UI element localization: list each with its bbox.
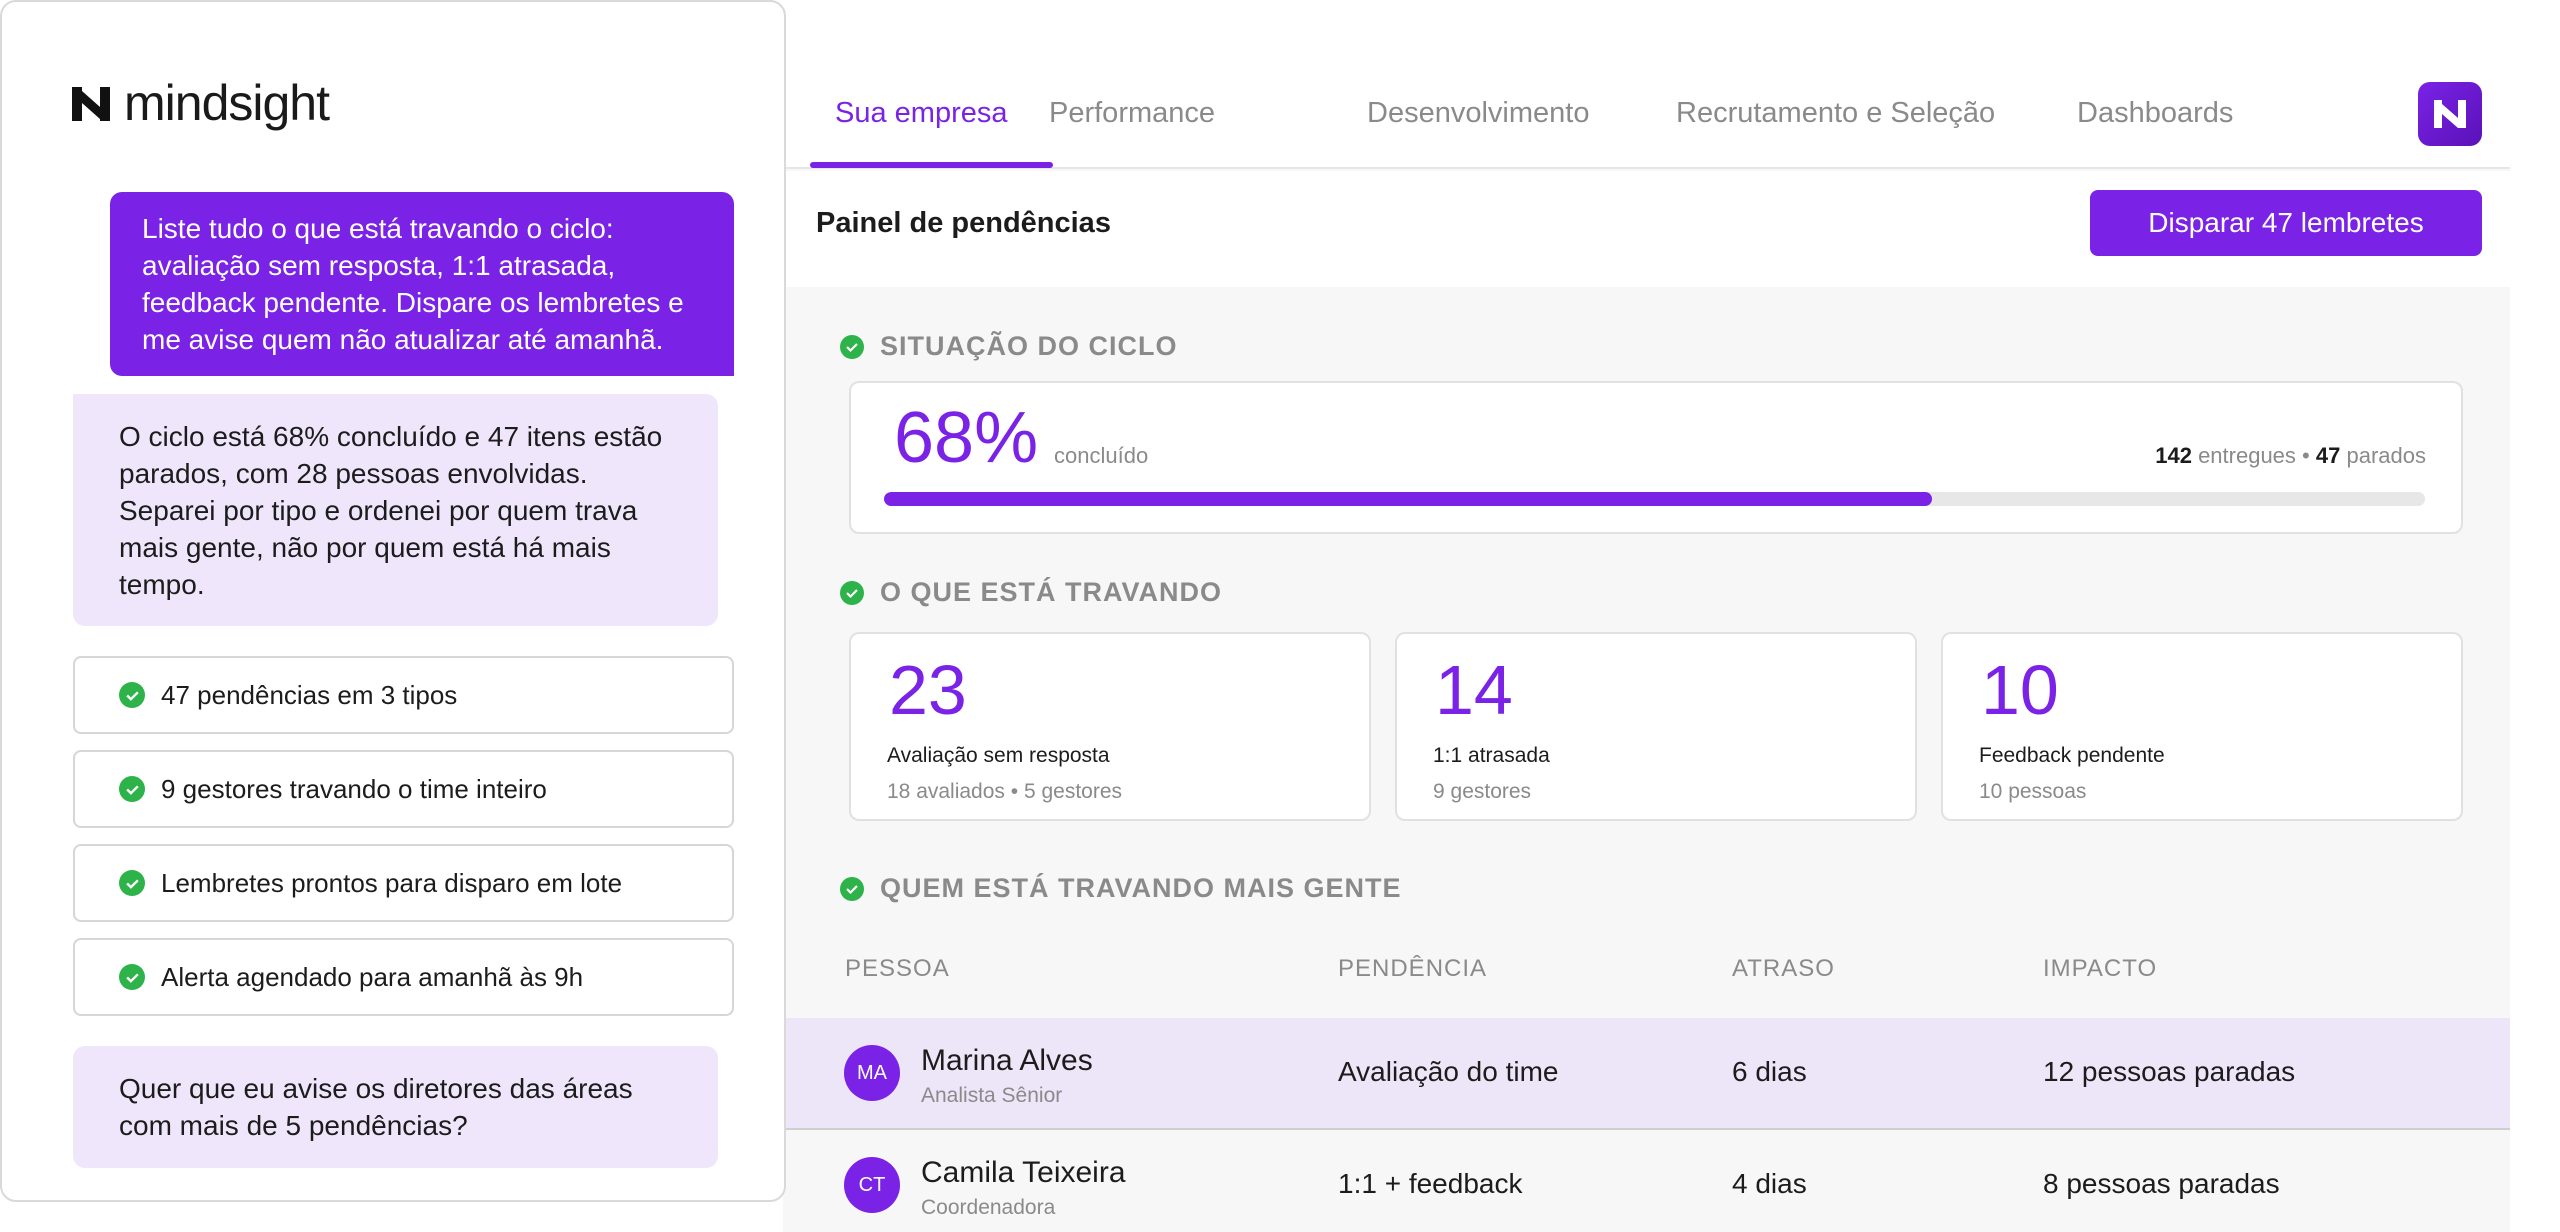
cycle-status-card: 68% concluído 142 entregues • 47 parados: [849, 381, 2463, 534]
mindsight-app-icon[interactable]: [2418, 82, 2482, 146]
delivered-count: 142: [2155, 443, 2192, 468]
blocking-card[interactable]: 14 1:1 atrasada 9 gestores: [1395, 632, 1917, 821]
dashboard-panel: Sua empresa Performance Desenvolvimento …: [783, 57, 2510, 1232]
person-role: Analista Sênior: [921, 1084, 1063, 1107]
delay-cell: 6 dias: [1732, 1056, 1807, 1087]
assistant-message: O ciclo está 68% concluído e 47 itens es…: [73, 394, 718, 626]
column-header-person[interactable]: PESSOA: [845, 955, 950, 983]
person-role: Coordenadora: [921, 1196, 1056, 1219]
column-header-impact[interactable]: IMPACTO: [2043, 955, 2157, 983]
user-message: Liste tudo o que está travando o ciclo: …: [110, 192, 734, 376]
blocking-count: 10: [1981, 651, 2059, 729]
blocking-count: 23: [889, 651, 967, 729]
blocking-card[interactable]: 10 Feedback pendente 10 pessoas: [1941, 632, 2463, 821]
check-circle-icon: [840, 876, 864, 901]
impact-cell: 8 pessoas paradas: [2043, 1168, 2280, 1199]
people-section-heading: QUEM ESTÁ TRAVANDO MAIS GENTE: [840, 873, 1402, 904]
section-title: O QUE ESTÁ TRAVANDO: [880, 577, 1223, 607]
delivered-label: entregues: [2198, 443, 2296, 468]
pending-cell: Avaliação do time: [1338, 1056, 1559, 1087]
tab-bar: Sua empresa Performance Desenvolvimento …: [783, 57, 2510, 169]
blocking-label: 1:1 atrasada: [1433, 744, 1550, 767]
section-title: SITUAÇÃO DO CICLO: [880, 331, 1178, 361]
blocking-count: 14: [1435, 651, 1513, 729]
table-row[interactable]: CT Camila Teixeira Coordenadora 1:1 + fe…: [783, 1130, 2510, 1232]
cycle-progress-fill: [884, 492, 1932, 506]
blocking-label: Avaliação sem resposta: [887, 744, 1110, 767]
section-title: QUEM ESTÁ TRAVANDO MAIS GENTE: [880, 873, 1402, 903]
check-circle-icon: [119, 870, 145, 896]
check-circle-icon: [119, 682, 145, 708]
tab-sua-empresa[interactable]: Sua empresa: [835, 57, 1008, 169]
tab-performance[interactable]: Performance: [1049, 57, 1215, 169]
chat-panel: mindsight Liste tudo o que está travando…: [0, 0, 786, 1202]
separator: •: [2302, 443, 2310, 468]
checklist-label: 47 pendências em 3 tipos: [161, 679, 458, 710]
tab-dashboards[interactable]: Dashboards: [2077, 57, 2233, 169]
blocking-sub: 10 pessoas: [1979, 780, 2087, 803]
cycle-percent: 68%: [894, 398, 1039, 478]
panel-title: Painel de pendências: [816, 207, 1111, 239]
check-circle-icon: [840, 334, 864, 359]
table-row[interactable]: MA Marina Alves Analista Sênior Avaliaçã…: [783, 1018, 2510, 1128]
tab-recrutamento[interactable]: Recrutamento e Seleção: [1676, 57, 1995, 169]
avatar: CT: [844, 1157, 900, 1213]
logo-text: mindsight: [124, 75, 330, 131]
pending-cell: 1:1 + feedback: [1338, 1168, 1523, 1199]
check-circle-icon: [119, 964, 145, 990]
cycle-progress-bar: [884, 492, 2425, 506]
mindsight-logo-icon: [72, 87, 110, 121]
checklist-label: Lembretes prontos para disparo em lote: [161, 867, 623, 898]
stalled-label: parados: [2346, 443, 2426, 468]
active-tab-indicator: [810, 162, 1053, 168]
checklist-item: Alerta agendado para amanhã às 9h: [73, 938, 734, 1016]
blocking-sub: 9 gestores: [1433, 780, 1532, 803]
stalled-count: 47: [2315, 443, 2341, 468]
checklist-label: Alerta agendado para amanhã às 9h: [161, 961, 584, 992]
assistant-question: Quer que eu avise os diretores das áreas…: [73, 1046, 718, 1168]
blocking-section-heading: O QUE ESTÁ TRAVANDO: [840, 577, 1222, 608]
delay-cell: 4 dias: [1732, 1168, 1807, 1199]
column-header-delay[interactable]: ATRASO: [1732, 955, 1835, 983]
cycle-section-heading: SITUAÇÃO DO CICLO: [840, 331, 1178, 362]
impact-cell: 12 pessoas paradas: [2043, 1056, 2296, 1087]
avatar: MA: [844, 1045, 900, 1101]
blocking-label: Feedback pendente: [1979, 744, 2165, 767]
blocking-sub: 18 avaliados • 5 gestores: [887, 780, 1122, 803]
person-name: Camila Teixeira: [921, 1156, 1126, 1189]
tab-desenvolvimento[interactable]: Desenvolvimento: [1367, 57, 1589, 169]
person-name: Marina Alves: [921, 1044, 1093, 1077]
checklist-label: 9 gestores travando o time inteiro: [161, 773, 547, 804]
panel-header: Painel de pendências Disparar 47 lembret…: [783, 171, 2510, 287]
checklist-item: 47 pendências em 3 tipos: [73, 656, 734, 734]
checklist-item: 9 gestores travando o time inteiro: [73, 750, 734, 828]
send-reminders-button[interactable]: Disparar 47 lembretes: [2090, 190, 2482, 256]
cycle-counts: 142 entregues • 47 parados: [2155, 443, 2426, 469]
check-circle-icon: [840, 580, 864, 605]
column-header-pending[interactable]: PENDÊNCIA: [1338, 955, 1487, 983]
blocking-card[interactable]: 23 Avaliação sem resposta 18 avaliados •…: [849, 632, 1371, 821]
cycle-percent-label: concluído: [1054, 443, 1149, 468]
mindsight-logo: mindsight: [72, 74, 330, 132]
checklist-item: Lembretes prontos para disparo em lote: [73, 844, 734, 922]
check-circle-icon: [119, 776, 145, 802]
